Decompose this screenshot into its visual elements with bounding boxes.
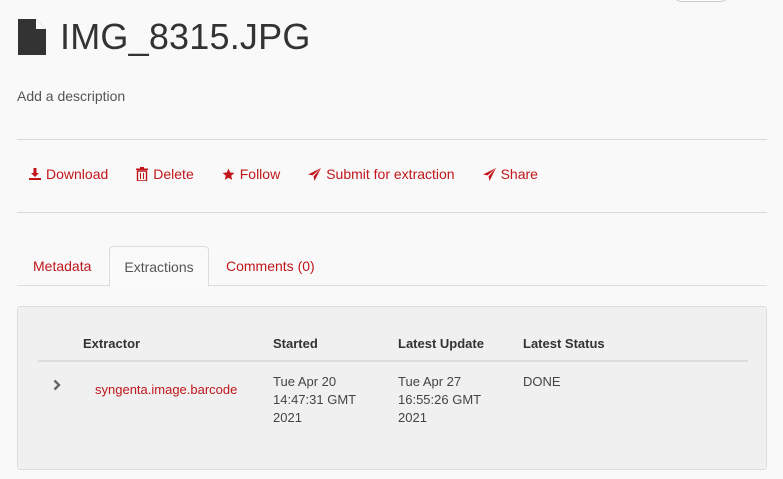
- download-label: Download: [46, 166, 109, 182]
- submit-extraction-button[interactable]: Submit for extraction: [308, 166, 455, 182]
- tab-bar: Metadata Extractions Comments (0): [17, 246, 767, 287]
- column-header-extractor: Extractor: [83, 336, 141, 351]
- file-icon: [18, 19, 46, 55]
- download-button[interactable]: Download: [29, 166, 108, 182]
- chevron-right-icon[interactable]: [53, 379, 61, 391]
- description-field[interactable]: Add a description: [17, 88, 125, 104]
- latest-update-cell: Tue Apr 27 16:55:26 GMT 2021: [398, 374, 481, 425]
- follow-button[interactable]: Follow: [222, 166, 280, 182]
- extractor-link[interactable]: syngenta.image.barcode: [95, 381, 237, 399]
- trash-icon: [136, 167, 149, 181]
- file-page: IMG_8315.JPG Add a description Download …: [0, 0, 783, 479]
- status-cell: DONE: [523, 374, 561, 389]
- submit-extraction-label: Submit for extraction: [326, 166, 455, 182]
- extractions-panel: Extractor Started Latest Update Latest S…: [17, 306, 767, 470]
- share-button[interactable]: Share: [482, 166, 538, 182]
- divider: [17, 212, 767, 213]
- tab-metadata[interactable]: Metadata: [33, 246, 91, 286]
- started-cell: Tue Apr 20 14:47:31 GMT 2021: [273, 374, 356, 425]
- action-bar: Download Delete Follow Submit for extrac…: [29, 166, 566, 182]
- send-icon: [308, 167, 322, 181]
- send-icon: [482, 167, 496, 181]
- column-header-latest-update: Latest Update: [398, 336, 484, 351]
- delete-label: Delete: [153, 166, 194, 182]
- tab-extractions[interactable]: Extractions: [109, 246, 209, 287]
- title-row: IMG_8315.JPG: [18, 16, 311, 58]
- download-icon: [29, 168, 41, 180]
- star-icon: [222, 168, 235, 180]
- share-label: Share: [500, 166, 538, 182]
- page-title: IMG_8315.JPG: [60, 16, 311, 57]
- table-header: Extractor Started Latest Update Latest S…: [38, 307, 748, 362]
- follow-label: Follow: [239, 166, 281, 182]
- delete-button[interactable]: Delete: [136, 166, 194, 182]
- divider: [17, 139, 767, 140]
- column-header-started: Started: [273, 336, 318, 351]
- column-header-latest-status: Latest Status: [523, 336, 605, 351]
- table-row: syngenta.image.barcode Tue Apr 20 14:47:…: [38, 363, 748, 433]
- tab-comments[interactable]: Comments (0): [226, 246, 315, 286]
- top-button-partial[interactable]: [672, 0, 730, 2]
